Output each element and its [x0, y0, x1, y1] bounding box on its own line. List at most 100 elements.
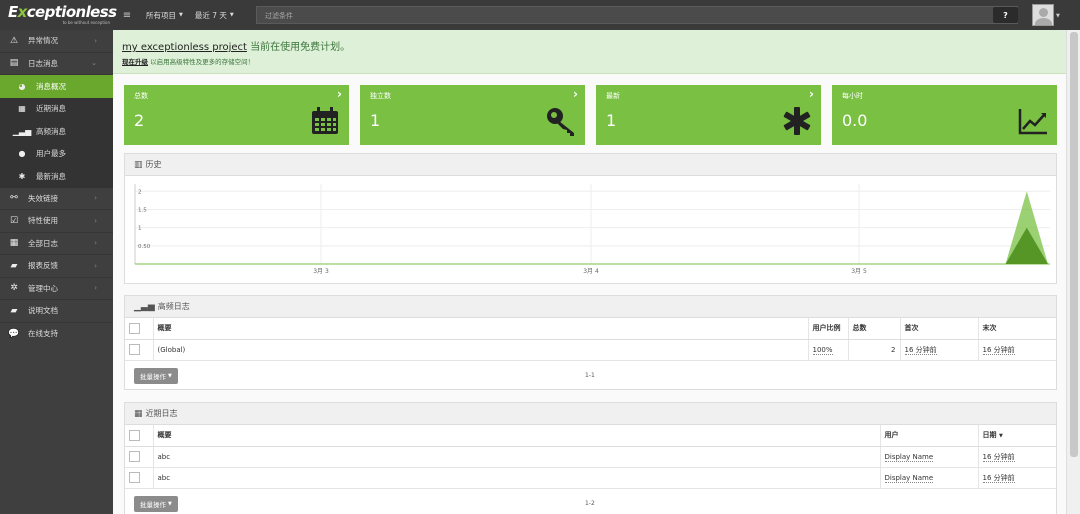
upgrade-text: 以启用高级特性及更多的存储空间！ [148, 58, 255, 66]
upgrade-link[interactable]: 现在升级 [122, 58, 148, 66]
sidebar-item-newest[interactable]: ✱ 最新消息 [0, 165, 113, 188]
project-filter-dropdown[interactable]: 所有项目 ▼ [146, 10, 183, 21]
col-summary[interactable]: 概要 [152, 318, 808, 340]
users-icon: ● [18, 149, 26, 159]
question-icon: ? [1003, 10, 1008, 20]
caret-down-icon: ▼ [998, 433, 1003, 440]
col-date[interactable]: 日期 ▼ [977, 425, 1056, 447]
broken-link-icon: ⚯ [10, 193, 18, 204]
stat-newest[interactable]: 最新 › 1 [596, 85, 821, 145]
sidebar-item-feature-usage[interactable]: ☑ 特性使用 › [0, 210, 113, 233]
sidebar-item-label: 全部日志 [28, 238, 58, 248]
vertical-scrollbar[interactable] [1066, 30, 1080, 514]
stat-value: 2 [134, 111, 145, 130]
sidebar-item-all-logs[interactable]: ▦ 全部日志 › [0, 233, 113, 255]
stat-unique[interactable]: 独立数 › 1 [360, 85, 585, 145]
stat-value: 1 [370, 111, 381, 130]
row-select-cell [125, 467, 153, 489]
col-last[interactable]: 末次 [977, 318, 1056, 340]
y-tick-label: 1 [138, 226, 142, 232]
calendar-icon: ▦ [18, 104, 26, 114]
row-checkbox[interactable] [129, 344, 140, 355]
sidebar-item-frequent-logs[interactable]: ▁▃▅ 高频消息 [0, 120, 113, 143]
sidebar: ⚠ 异常情况 › ▤ 日志消息 ⌄ ◕ 消息概况 ▦ 近期消息 ▁▃▅ 高频消息 ● 用户最多 … [0, 30, 113, 514]
stat-hourly[interactable]: 每小时 0.0 [832, 85, 1057, 145]
history-title: 历史 [145, 160, 162, 169]
row-user-pct: 100% [812, 345, 833, 355]
recent-logs-panel: ▦ 近期日志 概要 用户 日期 ▼ abc Display Name 16 分钟前 [124, 402, 1057, 514]
row-checkbox[interactable] [129, 451, 140, 462]
sidebar-item-reports[interactable]: ▰ 报表反馈 › [0, 255, 113, 278]
sidebar-item-exceptions[interactable]: ⚠ 异常情况 › [0, 30, 113, 53]
sidebar-item-label: 说明文档 [28, 306, 58, 316]
notice-line-plan: my exceptionless project 当前在使用免费计划。 [122, 38, 1057, 53]
caret-down-icon: ▼ [168, 372, 172, 379]
y-tick-label: 2 [138, 189, 142, 195]
logo[interactable]: Exceptionless to be without exception [0, 0, 118, 30]
row-checkbox[interactable] [129, 472, 140, 483]
row-user-cell: Display Name [879, 467, 978, 489]
row-summary[interactable]: abc [152, 446, 880, 468]
sidebar-item-most-users[interactable]: ● 用户最多 [0, 142, 113, 165]
main-content: my exceptionless project 当前在使用免费计划。 现在升级… [113, 30, 1066, 514]
row-summary[interactable]: abc [152, 467, 880, 489]
frequent-logs-table: 概要 用户比例 总数 首次 末次 (Global) 100% 2 16 分钟前 … [125, 318, 1056, 361]
sidebar-item-logs[interactable]: ▤ 日志消息 ⌄ [0, 53, 113, 75]
col-count[interactable]: 总数 [847, 318, 900, 340]
recent-logs-footer: 批量操作 ▼ 1-2 [125, 489, 1056, 514]
stat-value: 0.0 [842, 111, 868, 130]
project-link[interactable]: my exceptionless project [122, 42, 247, 53]
row-last-cell: 16 分钟前 [977, 339, 1056, 361]
table-row[interactable]: abc Display Name 16 分钟前 [125, 467, 1056, 489]
history-panel: ▥ 历史 0.50 1 1.5 2 3月 3 3月 4 3月 5 [124, 153, 1057, 284]
filter-search-input[interactable]: 过滤条件 [256, 6, 1018, 24]
sidebar-item-log-dashboard[interactable]: ◕ 消息概况 [0, 75, 113, 98]
time-filter-dropdown[interactable]: 最近 7 天 ▼ [195, 10, 234, 21]
row-date: 16 分钟前 [982, 473, 1015, 483]
sidebar-item-label: 近期消息 [36, 104, 66, 114]
row-user[interactable]: Display Name [884, 452, 934, 462]
bulk-actions-button[interactable]: 批量操作 ▼ [134, 367, 178, 384]
select-all-checkbox[interactable] [129, 429, 140, 441]
col-summary[interactable]: 概要 [152, 425, 880, 447]
book-icon: ▰ [10, 305, 18, 316]
hamburger-menu-icon[interactable]: ≡ [118, 10, 136, 21]
pager-range: 1-2 [585, 499, 595, 507]
row-user-pct-cell: 100% [807, 339, 848, 361]
user-avatar[interactable] [1032, 4, 1054, 26]
chevron-right-icon: › [94, 36, 97, 45]
sidebar-item-broken-links[interactable]: ⚯ 失效链接 › [0, 188, 113, 210]
avatar-head-shape [1039, 8, 1048, 17]
stat-total[interactable]: 总数 › 2 [124, 85, 349, 145]
col-user[interactable]: 用户 [879, 425, 978, 447]
scrollbar-thumb[interactable] [1070, 32, 1078, 457]
asterisk-icon [783, 107, 811, 135]
x-tick-label: 3月 5 [851, 268, 867, 275]
user-menu-caret-icon[interactable]: ▼ [1056, 13, 1060, 19]
brand-name: Exceptionless [8, 3, 117, 21]
chevron-right-icon: › [94, 239, 97, 248]
bulk-actions-button[interactable]: 批量操作 ▼ [134, 495, 178, 512]
row-date-cell: 16 分钟前 [977, 446, 1056, 468]
row-user[interactable]: Display Name [884, 473, 934, 483]
sidebar-item-recent-logs[interactable]: ▦ 近期消息 [0, 97, 113, 120]
sidebar-item-docs[interactable]: ▰ 说明文档 [0, 300, 113, 323]
col-user-pct[interactable]: 用户比例 [807, 318, 848, 340]
bulk-actions-label: 批量操作 [140, 500, 166, 509]
notice-message: 当前在使用免费计划。 [246, 42, 351, 53]
table-row[interactable]: abc Display Name 16 分钟前 [125, 446, 1056, 468]
col-first[interactable]: 首次 [899, 318, 978, 340]
table-row[interactable]: (Global) 100% 2 16 分钟前 16 分钟前 [125, 339, 1056, 361]
row-summary[interactable]: (Global) [152, 339, 808, 361]
select-all-checkbox[interactable] [129, 322, 140, 334]
asterisk-icon: ✱ [18, 171, 26, 181]
row-select-cell [125, 446, 153, 468]
row-user-cell: Display Name [879, 446, 978, 468]
stat-value: 1 [606, 111, 617, 130]
sidebar-item-support[interactable]: 💬 在线支持 [0, 323, 113, 346]
warning-icon: ⚠ [9, 35, 19, 46]
plan-notice: my exceptionless project 当前在使用免费计划。 现在升级… [113, 30, 1066, 74]
sidebar-item-label: 消息概况 [36, 81, 66, 91]
sidebar-item-admin[interactable]: ✲ 管理中心 › [0, 278, 113, 300]
help-button[interactable]: ? [993, 7, 1018, 23]
